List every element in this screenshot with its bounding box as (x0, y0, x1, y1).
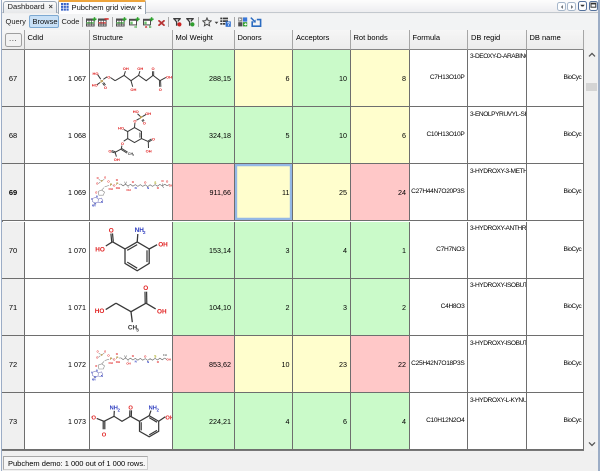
svg-text:OH: OH (113, 157, 119, 162)
svg-text:2: 2 (156, 408, 159, 413)
svg-text:OH: OH (168, 184, 172, 188)
svg-text:S: S (154, 181, 156, 185)
svg-text:O: O (120, 141, 123, 146)
svg-text:O: O (96, 176, 98, 180)
svg-text:N: N (147, 186, 149, 190)
svg-text:OH: OH (145, 111, 151, 116)
svg-text:?: ? (226, 22, 229, 27)
svg-text:O: O (95, 364, 97, 368)
svg-text:2: 2 (132, 153, 134, 157)
svg-text:O: O (108, 227, 113, 234)
svg-text:OH: OH (108, 187, 112, 191)
svg-text:O: O (96, 355, 98, 359)
svg-text:OH: OH (108, 361, 112, 365)
svg-text:N: N (91, 197, 93, 201)
svg-text:O: O (101, 433, 106, 439)
svg-text:CH: CH (162, 353, 166, 357)
svg-text:O: O (156, 360, 159, 364)
svg-text:S: S (154, 355, 156, 359)
svg-text:HO: HO (132, 109, 138, 114)
svg-text:HO: HO (91, 82, 97, 87)
svg-text:O: O (91, 415, 96, 421)
svg-text:N: N (91, 371, 93, 375)
svg-text:O: O (95, 191, 97, 195)
svg-text:O: O (131, 354, 134, 358)
svg-text:N: N (95, 195, 97, 199)
svg-text:O: O (133, 118, 136, 123)
svg-text:OH: OH (126, 188, 130, 192)
svg-text:OH: OH (137, 66, 143, 71)
svg-text:HO: HO (95, 246, 105, 253)
svg-text:N: N (95, 368, 97, 372)
svg-text:P: P (100, 179, 102, 183)
svg-text:N: N (100, 374, 102, 378)
svg-text:O: O (143, 285, 148, 292)
svg-text:b: b (149, 24, 152, 28)
svg-text:O: O (96, 182, 98, 186)
svg-text:OH: OH (166, 357, 170, 361)
svg-text:O: O (161, 179, 164, 183)
svg-text:NH: NH (91, 377, 95, 381)
svg-text:O: O (158, 87, 161, 92)
svg-text:2: 2 (143, 229, 146, 234)
svg-text:O: O (96, 350, 98, 354)
svg-text:O: O (103, 85, 106, 90)
svg-text:N: N (100, 200, 102, 204)
svg-text:N: N (134, 186, 136, 190)
svg-text:O: O (128, 405, 133, 411)
svg-text:HO: HO (92, 71, 98, 76)
svg-text:OH: OH (157, 308, 167, 315)
svg-text:OH: OH (115, 186, 119, 190)
svg-text:2: 2 (117, 408, 120, 413)
svg-text:OH: OH (122, 66, 128, 71)
svg-text:N: N (147, 360, 149, 364)
svg-text:O: O (131, 180, 134, 184)
svg-text:O: O (156, 186, 159, 190)
svg-text:NH: NH (91, 204, 95, 208)
svg-text:O: O (144, 354, 147, 358)
svg-text:OH: OH (158, 241, 168, 248)
svg-text:OH: OH (165, 415, 172, 421)
svg-text:OH: OH (115, 360, 119, 364)
svg-text:O: O (107, 74, 110, 79)
svg-text:N: N (134, 360, 136, 364)
svg-text:O: O (151, 66, 154, 71)
svg-text:HO: HO (118, 126, 124, 131)
svg-text:OH: OH (126, 362, 130, 366)
svg-text:O: O (104, 349, 106, 353)
svg-text:HO: HO (94, 308, 104, 315)
svg-text:O: O (151, 137, 154, 142)
svg-text:OH: OH (165, 74, 171, 79)
svg-text:O: O (144, 181, 147, 185)
svg-text:OH: OH (145, 148, 151, 153)
svg-text:P: P (100, 353, 102, 357)
svg-text:OH: OH (130, 87, 136, 92)
svg-text:3: 3 (136, 327, 139, 332)
svg-text:O: O (104, 176, 106, 180)
svg-text:O: O (108, 148, 111, 153)
